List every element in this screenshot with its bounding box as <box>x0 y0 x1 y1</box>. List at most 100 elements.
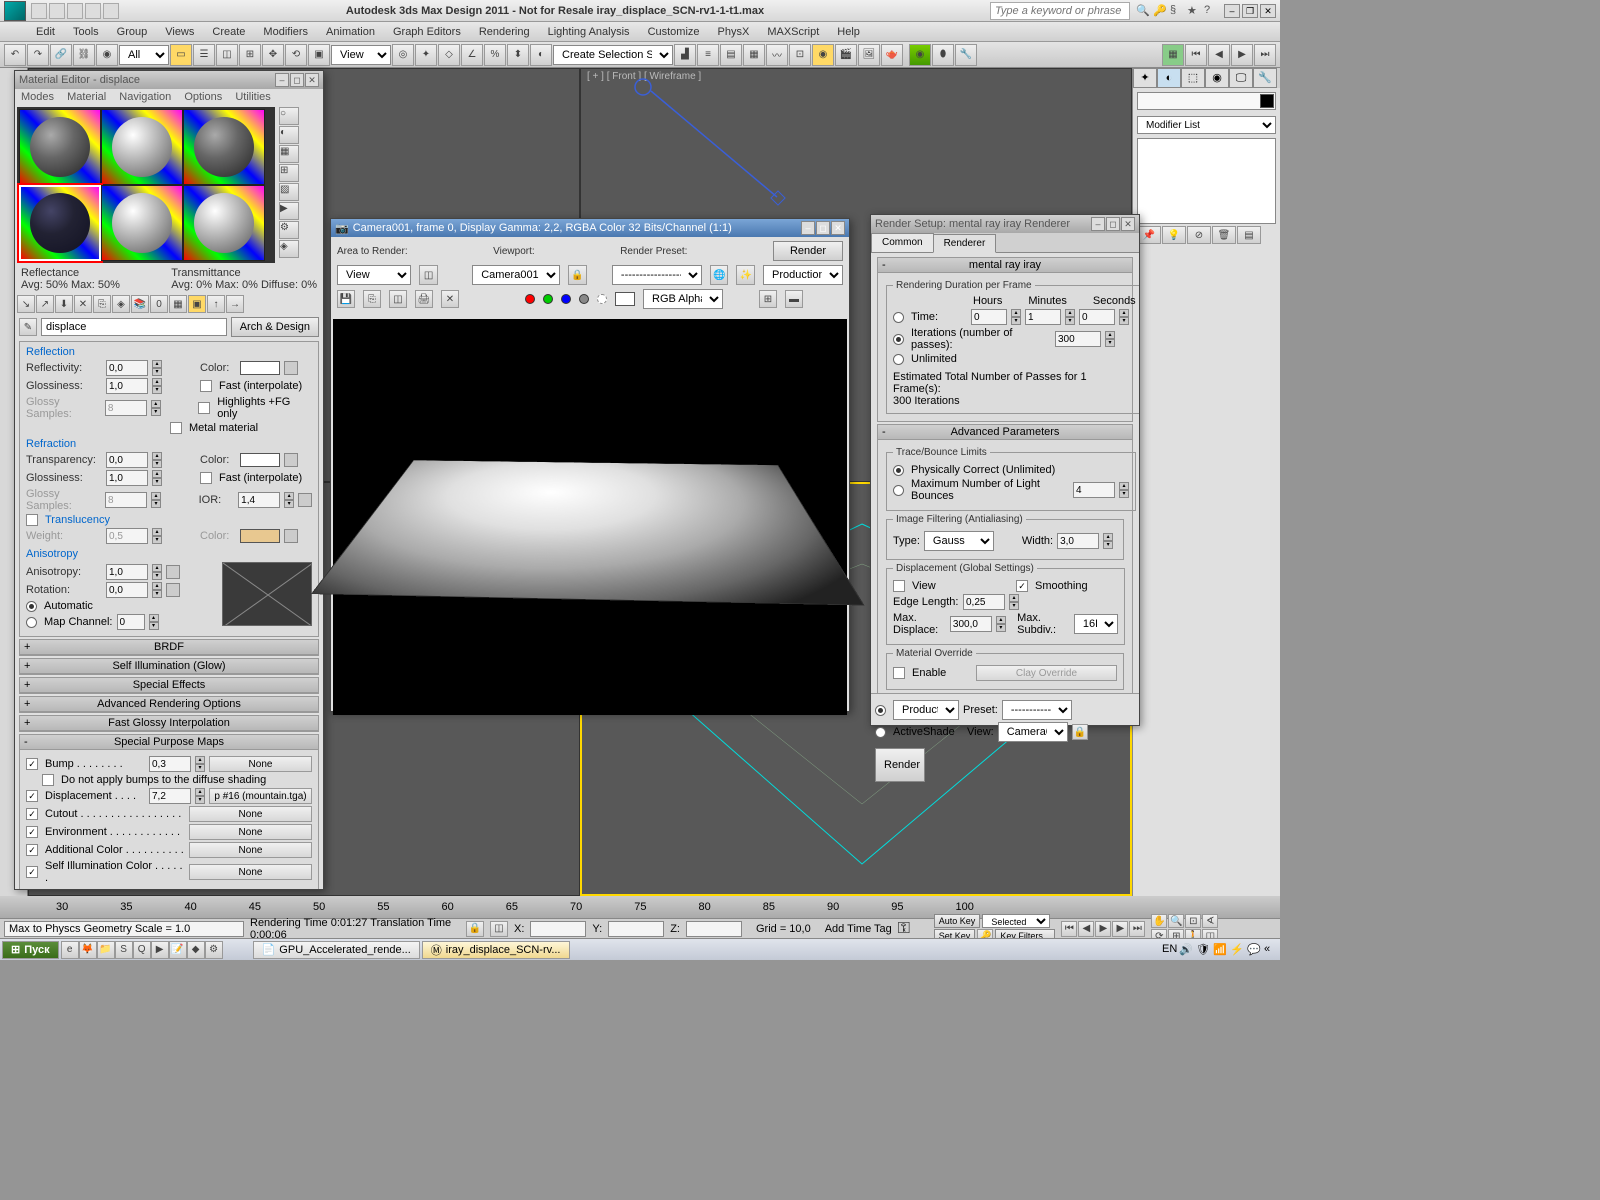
refr-samples-input[interactable] <box>105 492 147 508</box>
transl-map-button[interactable] <box>284 529 298 543</box>
refcoord-combo[interactable]: View <box>331 45 391 65</box>
reflectivity-input[interactable] <box>106 360 148 376</box>
selection-filter-combo[interactable]: All <box>119 45 169 65</box>
render-max-button[interactable]: ◻ <box>816 221 830 235</box>
render-setup-icon[interactable]: 🎬 <box>835 44 857 66</box>
material-slot[interactable] <box>183 185 265 261</box>
refl-map-button[interactable] <box>284 361 298 375</box>
tab-common[interactable]: Common <box>871 233 934 252</box>
motion-tab-icon[interactable]: ◉ <box>1205 68 1229 88</box>
unlimited-radio[interactable] <box>893 354 904 365</box>
zoom-icon[interactable]: 🔍 <box>1168 914 1184 928</box>
material-slot[interactable] <box>183 109 265 185</box>
smoothing-check[interactable] <box>1016 580 1028 592</box>
toggle-ui-icon[interactable]: ▬ <box>785 290 803 308</box>
disp-map-button[interactable]: p #16 (mountain.tga) <box>209 788 312 804</box>
green-channel-icon[interactable] <box>543 294 553 304</box>
percent-snap-icon[interactable]: % <box>484 44 506 66</box>
nvidia-icon[interactable]: ◉ <box>909 44 931 66</box>
object-color-swatch[interactable] <box>1260 94 1274 108</box>
pivot-icon[interactable]: ◎ <box>392 44 414 66</box>
mat-close-button[interactable]: ✕ <box>305 73 319 87</box>
reset-icon[interactable]: ✕ <box>74 295 92 313</box>
config-icon[interactable]: ▤ <box>1237 226 1261 244</box>
move-icon[interactable]: ✥ <box>262 44 284 66</box>
minimize-button[interactable]: – <box>1224 4 1240 18</box>
make-unique-icon[interactable]: ◈ <box>112 295 130 313</box>
translucency-check[interactable] <box>26 514 38 526</box>
menu-customize[interactable]: Customize <box>640 24 708 40</box>
rendered-frame-icon[interactable]: 🖼 <box>858 44 880 66</box>
menu-views[interactable]: Views <box>157 24 202 40</box>
firefox-icon[interactable]: 🦊 <box>79 941 97 959</box>
edge-length-input[interactable] <box>963 594 1005 610</box>
qat-save-icon[interactable] <box>67 3 83 19</box>
start-button[interactable]: ⊞Пуск <box>2 941 59 959</box>
override-enable-check[interactable] <box>893 667 905 679</box>
iterations-input[interactable] <box>1055 331 1101 347</box>
clone-frame-icon[interactable]: ◫ <box>389 290 407 308</box>
link-icon[interactable]: 🔗 <box>50 44 72 66</box>
time-tag-button[interactable]: Add Time Tag <box>825 923 892 935</box>
redo-icon[interactable]: ↷ <box>27 44 49 66</box>
rs-render-button[interactable]: Render <box>875 748 925 782</box>
production-radio[interactable] <box>875 705 886 716</box>
spinner-snap-icon[interactable]: ⬍ <box>507 44 529 66</box>
show-map-icon[interactable]: ▦ <box>169 295 187 313</box>
modify-tab-icon[interactable]: ◐ <box>1157 68 1181 88</box>
fastgloss-rollout[interactable]: +Fast Glossy Interpolation <box>19 715 319 732</box>
material-slot[interactable] <box>101 185 183 261</box>
video-check-icon[interactable]: ▨ <box>279 183 299 201</box>
restore-button[interactable]: ❐ <box>1242 4 1258 18</box>
bump-map-button[interactable]: None <box>209 756 312 772</box>
menu-tools[interactable]: Tools <box>65 24 107 40</box>
refr-fast-check[interactable] <box>200 472 212 484</box>
menu-physx[interactable]: PhysX <box>710 24 758 40</box>
menu-group[interactable]: Group <box>109 24 156 40</box>
mono-channel-icon[interactable] <box>597 294 607 304</box>
play-icon[interactable]: ▶ <box>1231 44 1253 66</box>
qat-redo-icon[interactable] <box>103 3 119 19</box>
key-mode-icon[interactable]: ⚿ <box>898 920 928 938</box>
put-scene-icon[interactable]: ↗ <box>36 295 54 313</box>
time-end-icon[interactable]: ⏭ <box>1129 921 1145 937</box>
material-slot[interactable] <box>19 109 101 185</box>
render-preset-combo[interactable]: ------------------- <box>612 265 702 285</box>
explorer-icon[interactable]: 📁 <box>97 941 115 959</box>
iterations-radio[interactable] <box>893 334 904 345</box>
mat-menu-util[interactable]: Utilities <box>235 91 270 103</box>
help-search-input[interactable] <box>990 2 1130 20</box>
ior-input[interactable] <box>238 492 280 508</box>
bump-amount-input[interactable] <box>149 756 191 772</box>
minutes-input[interactable] <box>1025 309 1061 325</box>
area-render-combo[interactable]: View <box>337 265 411 285</box>
glossiness-input[interactable] <box>106 378 148 394</box>
refr-color-swatch[interactable] <box>240 453 280 467</box>
time-prev-icon[interactable]: ◀ <box>1078 921 1094 937</box>
named-sel-icon[interactable]: ◐ <box>530 44 552 66</box>
subs-icon[interactable]: § <box>1170 4 1184 18</box>
cutout-check[interactable] <box>26 808 38 820</box>
render-min-button[interactable]: – <box>801 221 815 235</box>
coord-z-input[interactable] <box>686 921 742 937</box>
select-icon[interactable]: ▭ <box>170 44 192 66</box>
material-editor-titlebar[interactable]: Material Editor - displace –◻✕ <box>15 71 323 89</box>
sample-type-icon[interactable]: ○ <box>279 107 299 125</box>
time-next-icon[interactable]: ▶ <box>1112 921 1128 937</box>
effects-icon[interactable]: ✨ <box>736 265 755 285</box>
render-close-button[interactable]: ✕ <box>831 221 845 235</box>
align-icon[interactable]: ≡ <box>697 44 719 66</box>
aniso-rot-input[interactable] <box>106 582 148 598</box>
autokey-button[interactable]: Auto Key <box>934 914 981 928</box>
menu-edit[interactable]: Edit <box>28 24 63 40</box>
bind-icon[interactable]: ◉ <box>96 44 118 66</box>
max-bounces-input[interactable] <box>1073 482 1115 498</box>
render-titlebar[interactable]: 📷Camera001, frame 0, Display Gamma: 2,2,… <box>331 219 849 237</box>
glossy-samples-input[interactable] <box>105 400 147 416</box>
help-icon[interactable]: ? <box>1204 4 1218 18</box>
effects-rollout[interactable]: +Special Effects <box>19 677 319 694</box>
get-material-icon[interactable]: ↘ <box>17 295 35 313</box>
menu-rendering[interactable]: Rendering <box>471 24 538 40</box>
render-viewport-combo[interactable]: Camera001 <box>472 265 560 285</box>
selfillum-rollout[interactable]: +Self Illumination (Glow) <box>19 658 319 675</box>
